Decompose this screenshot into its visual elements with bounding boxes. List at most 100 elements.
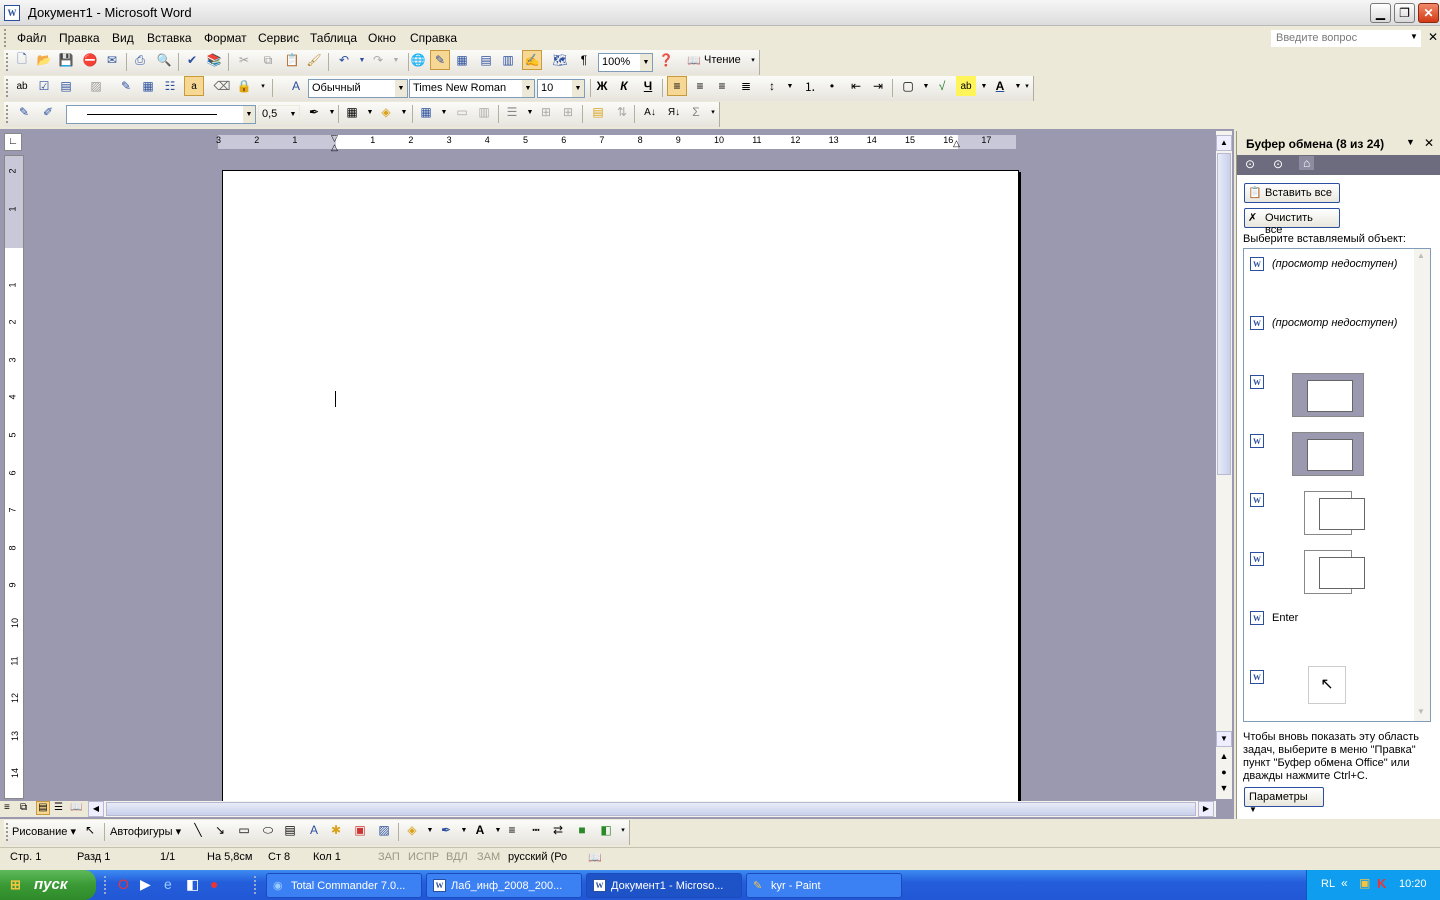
select-objects-icon[interactable]: ↖ [80, 820, 100, 840]
clipboard-item[interactable]: W ↖ [1244, 666, 1412, 724]
redo-dropdown-icon[interactable]: ▼ [386, 50, 406, 70]
normal-view-icon[interactable]: ≡ [4, 802, 10, 813]
toolbar-options-icon[interactable]: ▾ [748, 50, 758, 70]
task-word-lab[interactable]: W Лаб_инф_2008_200... [426, 873, 582, 898]
undo-icon[interactable]: ↶ [334, 50, 354, 70]
desktop-icon[interactable]: ◧ [186, 876, 199, 893]
shading-icon[interactable]: ▨ [86, 76, 106, 96]
toolbar-options-icon-5[interactable]: ▾ [618, 820, 628, 840]
toolbar-options-icon-4[interactable]: ▾ [708, 102, 718, 122]
menu-table[interactable]: Таблица [310, 31, 357, 45]
media-player-icon[interactable]: ▶ [140, 876, 151, 893]
options-button[interactable]: Параметры ▼ [1244, 787, 1324, 814]
vertical-scrollbar[interactable]: ▲ ▼ ▲ ● ▼ [1216, 131, 1232, 799]
spell-edit-icon[interactable]: ab [12, 76, 32, 96]
new-document-icon[interactable]: 🗋 [12, 50, 32, 70]
autoshapes-menu-button[interactable]: Автофигуры ▾ [110, 825, 181, 838]
align-cell-icon[interactable]: ☰ [502, 102, 522, 122]
ie-icon[interactable]: e [164, 876, 172, 892]
insert-table-dropdown-icon[interactable]: ▼ [434, 102, 454, 122]
sort-ascending-icon[interactable]: A↓ [640, 102, 660, 122]
menu-help[interactable]: Справка [410, 31, 457, 45]
right-indent-marker[interactable]: △ [953, 138, 960, 149]
task-word-doc1[interactable]: W Документ1 - Microso... [586, 873, 742, 898]
shading-color-icon[interactable]: ◈ [376, 102, 396, 122]
save-icon[interactable]: 💾 [56, 50, 76, 70]
clipboard-item[interactable]: W [1244, 491, 1412, 547]
menu-edit[interactable]: Правка [59, 31, 100, 45]
distribute-rows-icon[interactable]: ⊞ [536, 102, 556, 122]
paste-all-button[interactable]: 📋 Вставить все [1244, 183, 1340, 203]
back-icon[interactable]: ⊙ [1245, 157, 1255, 171]
select-browse-object-button[interactable]: ● [1216, 767, 1232, 783]
menu-window[interactable]: Окно [368, 31, 396, 45]
bold-button[interactable]: Ж [592, 76, 612, 96]
drawing-toggle-icon[interactable]: ✍ [522, 50, 542, 70]
italic-button[interactable]: К [614, 76, 634, 96]
dash-style-icon[interactable]: ┅ [526, 820, 546, 840]
rectangle-icon[interactable]: ▭ [234, 820, 254, 840]
scroll-up-button[interactable]: ▲ [1216, 135, 1232, 151]
decrease-indent-icon[interactable]: ⇤ [846, 76, 866, 96]
eraser-icon[interactable]: ⌫ [212, 76, 232, 96]
style-select[interactable]: Обычный ▼ [308, 79, 408, 98]
menu-insert[interactable]: Вставка [147, 31, 192, 45]
checkbox-icon[interactable]: ☑ [34, 76, 54, 96]
vertical-scroll-thumb[interactable] [1217, 153, 1231, 475]
document-page[interactable] [222, 170, 1019, 802]
borders-icon[interactable]: ▢ [898, 76, 918, 96]
toolbar-options-icon-2[interactable]: ▾ [258, 76, 268, 96]
increase-indent-icon[interactable]: ⇥ [868, 76, 888, 96]
research-icon[interactable]: 📚 [204, 50, 224, 70]
tray-network-icon[interactable]: ▣ [1359, 876, 1370, 890]
line-style-icon[interactable]: ≡ [502, 820, 522, 840]
spelling-icon[interactable]: ✔ [182, 50, 202, 70]
textbox-icon[interactable]: ▤ [280, 820, 300, 840]
diagram-icon[interactable]: ✱ [326, 820, 346, 840]
clipboard-list-scrollbar[interactable]: ▲ ▼ [1414, 249, 1430, 721]
horizontal-scroll-thumb[interactable] [106, 802, 1196, 816]
line-spacing-icon[interactable]: ↕ [762, 76, 782, 96]
ask-question-input[interactable]: Введите вопрос [1271, 30, 1421, 47]
distribute-columns-icon[interactable]: ⊞ [558, 102, 578, 122]
show-formatting-icon[interactable]: ¶ [574, 50, 594, 70]
autoformat-icon[interactable]: ▤ [588, 102, 608, 122]
underline-button[interactable]: Ч [638, 76, 658, 96]
align-right-icon[interactable]: ≡ [712, 76, 732, 96]
opera-icon[interactable]: O [118, 876, 129, 892]
language-indicator[interactable]: RL [1321, 878, 1335, 890]
word-app-icon[interactable]: W [4, 5, 20, 21]
web-view-icon[interactable]: ⧉ [20, 802, 27, 813]
styles-pane-icon[interactable]: A [286, 76, 306, 96]
shading-dropdown-icon[interactable]: ▼ [394, 102, 414, 122]
vertical-ruler[interactable]: 2 1 1 2 3 4 5 6 7 8 9 10 11 12 13 14 [4, 155, 24, 799]
open-icon[interactable]: 📂 [34, 50, 54, 70]
acrobat-icon[interactable]: ● [210, 876, 218, 892]
clipart-icon[interactable]: ▣ [350, 820, 370, 840]
list-table-icon[interactable]: ☷ [160, 76, 180, 96]
clipboard-list[interactable]: W (просмотр недоступен) W (просмотр недосту… [1243, 248, 1431, 722]
forward-icon[interactable]: ⊙ [1273, 157, 1283, 171]
restore-button[interactable]: ❐ [1394, 3, 1415, 23]
print-preview-icon[interactable]: 🔍 [154, 50, 174, 70]
border-color-dropdown-icon[interactable]: ▼ [322, 102, 342, 122]
clip-scroll-down-icon[interactable]: ▼ [1417, 707, 1425, 716]
font-size-select[interactable]: 10 ▼ [537, 79, 585, 98]
scroll-down-button[interactable]: ▼ [1216, 731, 1232, 747]
sort-descending-icon[interactable]: Я↓ [664, 102, 684, 122]
print-layout-icon[interactable]: ▤ [36, 801, 50, 815]
merge-cells-icon[interactable]: ▭ [452, 102, 472, 122]
equation-icon[interactable]: √ [932, 76, 952, 96]
insert-table-icon-2[interactable]: ▦ [416, 102, 436, 122]
split-cells-icon[interactable]: ▥ [474, 102, 494, 122]
status-trk[interactable]: ИСПР [408, 851, 439, 863]
grid-icon[interactable]: ▦ [138, 76, 158, 96]
menu-view[interactable]: Вид [112, 31, 134, 45]
close-button[interactable]: ✕ [1418, 3, 1439, 23]
print-icon[interactable]: ⎙ [130, 50, 150, 70]
clipboard-item[interactable]: W [1244, 550, 1412, 606]
menu-format[interactable]: Формат [204, 31, 247, 45]
task-total-commander[interactable]: ◉ Total Commander 7.0... [266, 873, 422, 898]
task-pane-close-icon[interactable]: ✕ [1424, 136, 1434, 150]
tab-stop-selector[interactable]: ∟ [4, 133, 22, 151]
